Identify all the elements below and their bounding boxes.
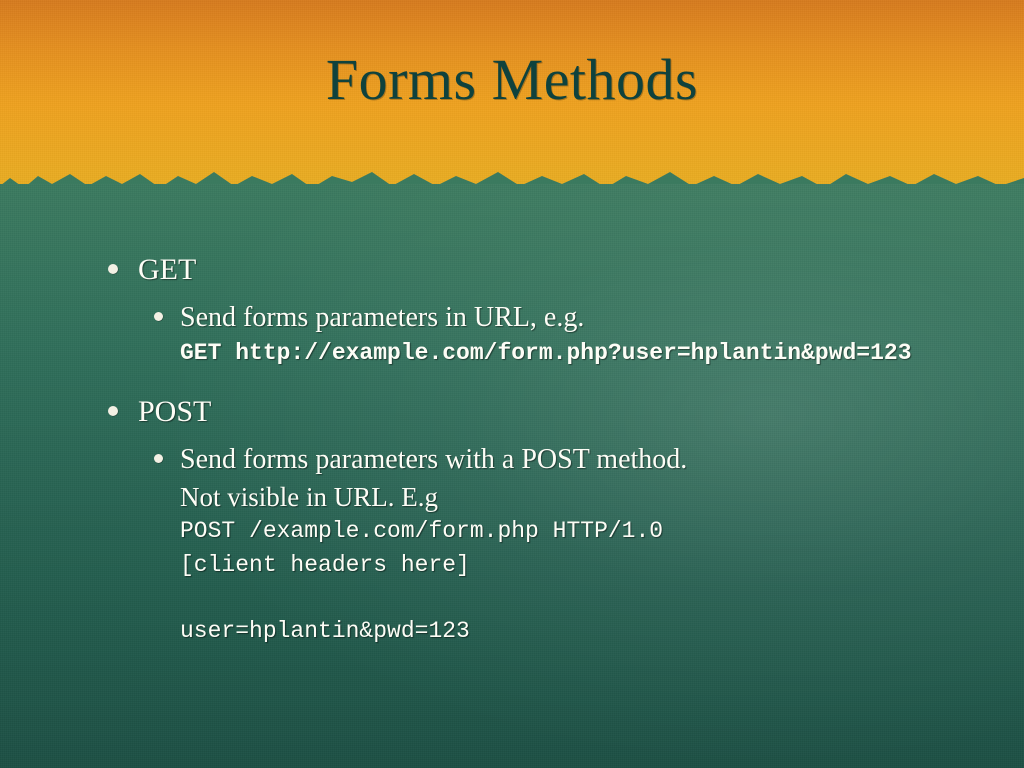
- slide-content: GET Send forms parameters in URL, e.g. G…: [108, 250, 964, 671]
- bullet-post-note: Not visible in URL. E.g: [180, 479, 964, 515]
- bullet-post-sub-text: Send forms parameters with a POST method…: [180, 444, 687, 475]
- slide-title: Forms Methods: [0, 46, 1024, 113]
- bullet-post-label: POST: [138, 395, 211, 428]
- bullet-get-code: GET http://example.com/form.php?user=hpl…: [180, 337, 964, 370]
- bullet-get-sub: Send forms parameters in URL, e.g. GET h…: [138, 299, 964, 370]
- slide-header-band: Forms Methods: [0, 0, 1024, 190]
- bullet-post: POST Send forms parameters with a POST m…: [108, 392, 964, 649]
- bullet-get-sub-text: Send forms parameters in URL, e.g.: [180, 302, 584, 333]
- bullet-get-label: GET: [138, 253, 196, 286]
- bullet-post-code: POST /example.com/form.php HTTP/1.0 [cli…: [180, 515, 964, 648]
- bullet-get: GET Send forms parameters in URL, e.g. G…: [108, 250, 964, 370]
- bullet-post-sub: Send forms parameters with a POST method…: [138, 441, 964, 649]
